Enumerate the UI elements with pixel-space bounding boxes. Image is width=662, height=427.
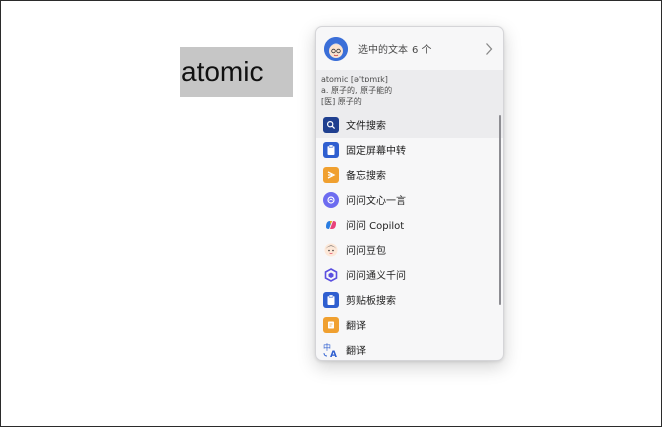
menu-item-label: 剪贴板搜索 [346, 296, 396, 307]
doubao-icon [323, 242, 339, 258]
menu-item-clipboard-search[interactable]: 剪贴板搜索 [316, 287, 503, 312]
menu-item-pin-screen[interactable]: 固定屏幕中转 [316, 137, 503, 162]
menu-item-ask-wenxin[interactable]: 问问文心一言 [316, 187, 503, 212]
selected-count: 6 个 [412, 45, 432, 56]
translate-lang-icon: 中 A [323, 342, 339, 358]
menu-item-label: 备忘搜索 [346, 171, 386, 182]
translate-doc-icon [323, 316, 339, 333]
dictionary-line: a. 原子的, 原子能的 [321, 86, 393, 95]
avatar [324, 36, 348, 61]
copilot-icon [323, 217, 339, 233]
wenxin-icon [323, 191, 339, 208]
menu-item-file-search[interactable]: 文件搜索 [316, 112, 503, 137]
menu-item-label: 问问豆包 [346, 246, 386, 257]
svg-text:A: A [330, 350, 337, 358]
menu-item-label: 固定屏幕中转 [346, 146, 406, 157]
menu-item-translate-2[interactable]: 中 A 翻译 [316, 337, 503, 360]
menu-item-label: 翻译 [346, 346, 366, 357]
menu-item-label: 问问通义千问 [346, 271, 406, 282]
quick-action-popup: 选中的文本 6 个 atomic [ə'tɒmɪk] a. 原子的, 原子能的 … [315, 26, 504, 361]
menu-item-ask-tongyi[interactable]: 问问通义千问 [316, 262, 503, 287]
pin-clipboard-icon [323, 141, 339, 158]
menu-item-label: 文件搜索 [346, 121, 386, 132]
tongyi-icon [323, 267, 339, 283]
menu-item-label: 翻译 [346, 321, 366, 332]
menu-item-translate-1[interactable]: 翻译 [316, 312, 503, 337]
action-menu: 文件搜索 固定屏幕中转 备忘搜索 问问文心一言 问问 Copilot 问问豆包 … [316, 112, 503, 360]
popup-header[interactable]: 选中的文本 6 个 [316, 27, 503, 70]
search-icon [323, 116, 339, 133]
menu-item-memo-search[interactable]: 备忘搜索 [316, 162, 503, 187]
clipboard-icon [323, 291, 339, 308]
menu-item-label: 问问文心一言 [346, 196, 406, 207]
memo-icon [323, 166, 339, 183]
selected-text[interactable]: atomic [180, 47, 293, 97]
menu-item-ask-doubao[interactable]: 问问豆包 [316, 237, 503, 262]
dictionary-line: [医] 原子的 [321, 97, 362, 106]
menu-item-ask-copilot[interactable]: 问问 Copilot [316, 212, 503, 237]
header-title: 选中的文本 [358, 45, 408, 56]
menu-item-label: 问问 Copilot [346, 221, 405, 232]
dictionary-headword: atomic [ə'tɒmɪk] [321, 75, 388, 84]
menu-scrollbar[interactable] [499, 115, 501, 305]
chevron-right-icon[interactable] [485, 41, 493, 60]
